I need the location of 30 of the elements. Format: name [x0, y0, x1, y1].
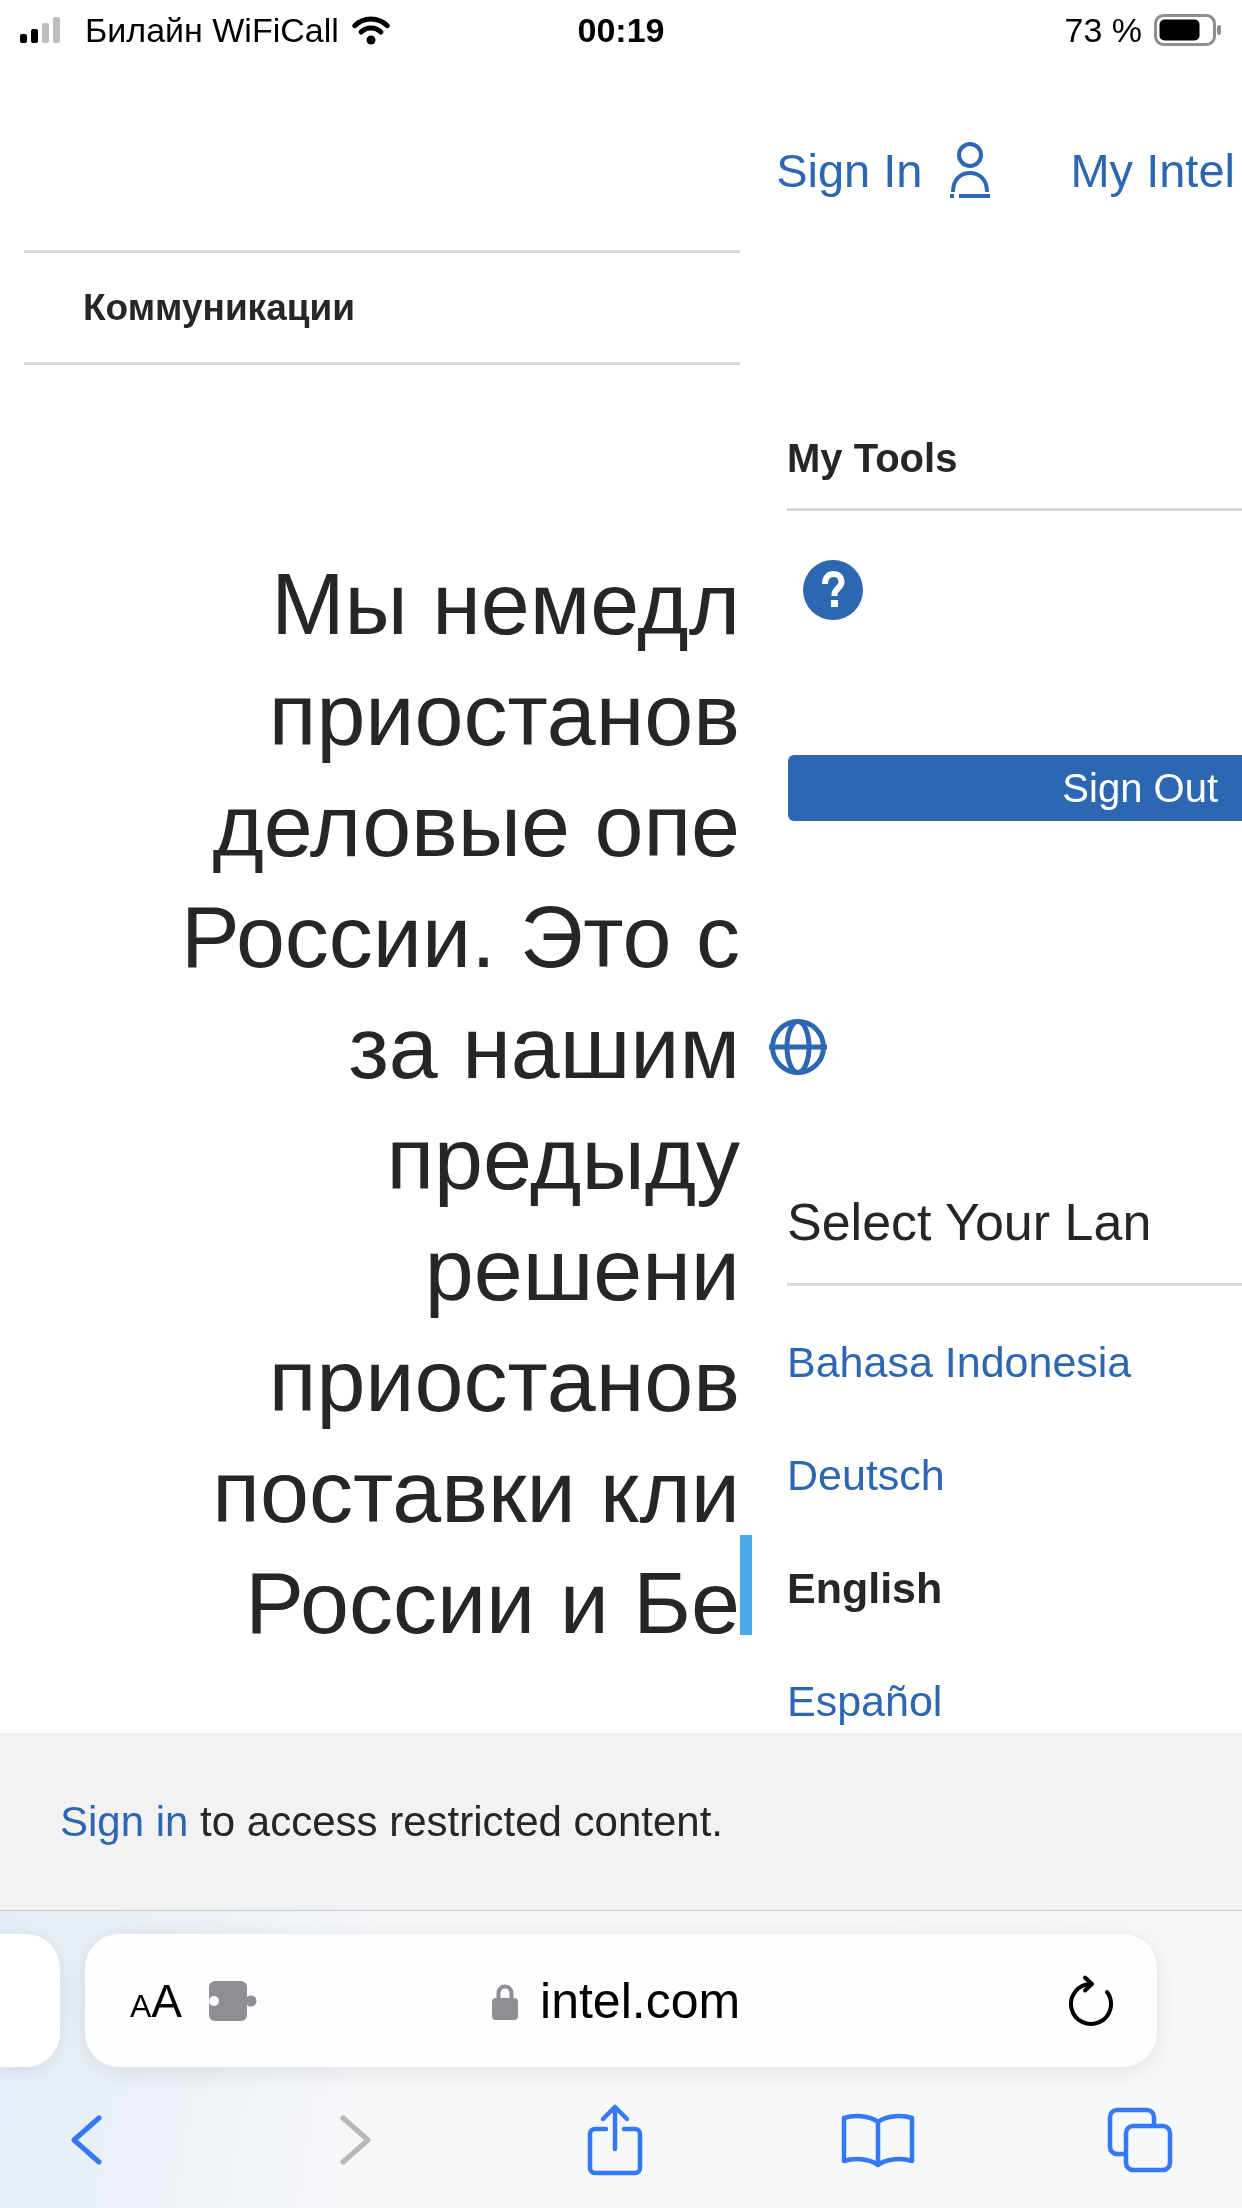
menu-heading: My Tools	[787, 433, 1242, 511]
battery-icon	[1154, 14, 1222, 46]
reload-icon[interactable]	[1066, 1974, 1116, 2027]
globe-icon[interactable]	[769, 1018, 827, 1076]
tabs-button[interactable]	[1107, 2107, 1173, 2173]
help-icon[interactable]	[803, 560, 863, 620]
language-option[interactable]: English	[787, 1558, 943, 1618]
battery-percent: 73 %	[1064, 10, 1142, 50]
wifi-icon	[350, 15, 391, 45]
sign-in-link[interactable]: Sign in	[60, 1797, 189, 1845]
text-size-button[interactable]: AA	[130, 1977, 183, 2024]
carrier-name: Билайн WiFiCall	[85, 10, 339, 50]
language-option[interactable]: Deutsch	[787, 1445, 945, 1505]
puzzle-icon[interactable]	[209, 1980, 258, 2021]
bookmarks-button[interactable]	[841, 2112, 915, 2168]
breadcrumb-label[interactable]: Коммуникации	[83, 286, 355, 329]
sign-in-link[interactable]: Sign In	[776, 140, 994, 200]
sign-out-button[interactable]: Sign Out	[788, 755, 1242, 821]
language-option[interactable]: Español	[787, 1671, 943, 1731]
url-text: intel.com	[540, 1971, 741, 2030]
my-intel-link[interactable]: My Intel	[1070, 142, 1235, 198]
address-bar[interactable]: AA intel.com	[85, 1934, 1157, 2067]
clock-time: 00:19	[577, 10, 665, 50]
language-option[interactable]: Bahasa Indonesia	[787, 1332, 1132, 1392]
statement-text: Мы немедл приостанов деловые опе России. Это с за нашим предыду решени приостанов поставки кли России и Бе	[180, 553, 740, 1654]
notice-text: Sign in to access restricted content.	[60, 1797, 723, 1846]
language-heading: Select Your Lan	[787, 1187, 1242, 1286]
back-button[interactable]	[69, 2115, 103, 2165]
signal-icon	[20, 17, 62, 43]
share-button[interactable]	[586, 2103, 644, 2177]
